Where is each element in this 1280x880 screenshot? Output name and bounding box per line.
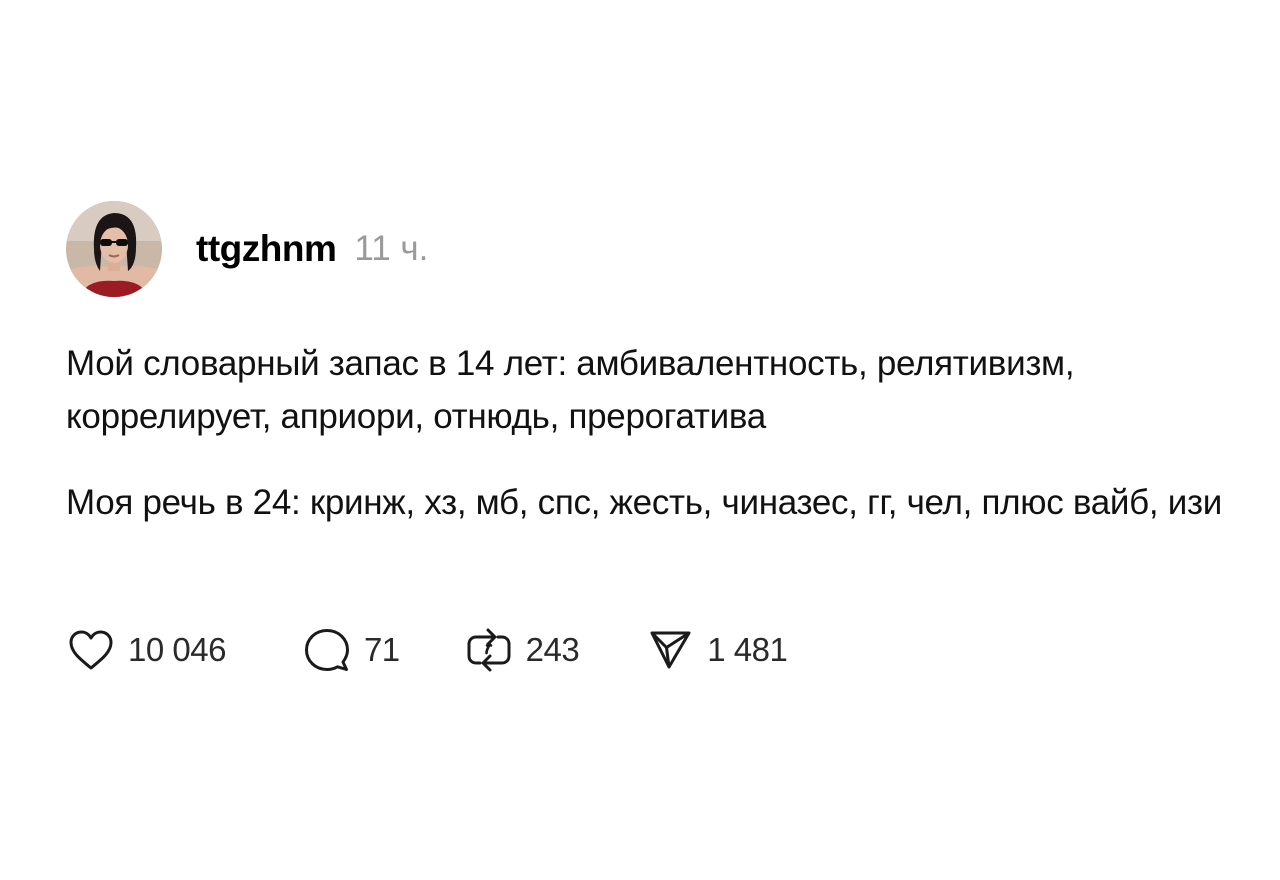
send-icon [645,625,695,675]
like-count: 10 046 [128,631,226,668]
thread-post: ttgzhnm 11 ч. Мой словарный запас в 14 л… [0,0,1280,880]
reply-count: 71 [363,631,400,668]
post-header: ttgzhnm 11 ч. [66,201,428,297]
repost-icon [464,625,514,675]
heart-icon [66,625,116,675]
like-button[interactable]: 10 046 [66,625,226,675]
avatar-image [66,201,162,297]
repost-button[interactable]: 243 [464,625,580,675]
post-timestamp: 11 ч. [354,229,429,268]
author-username[interactable]: ttgzhnm [196,228,337,270]
share-button[interactable]: 1 481 [645,625,788,675]
comment-icon [302,625,352,675]
post-text-paragraph-1: Мой словарный запас в 14 лет: амбивалент… [66,344,1075,436]
repost-count: 243 [525,631,580,668]
share-count: 1 481 [707,631,788,668]
post-actions: 10 046 71 243 1 481 [66,622,788,678]
reply-button[interactable]: 71 [302,625,400,675]
avatar[interactable] [66,201,162,297]
post-text-paragraph-2: Моя речь в 24: кринж, хз, мб, спс, жесть… [66,483,1223,522]
